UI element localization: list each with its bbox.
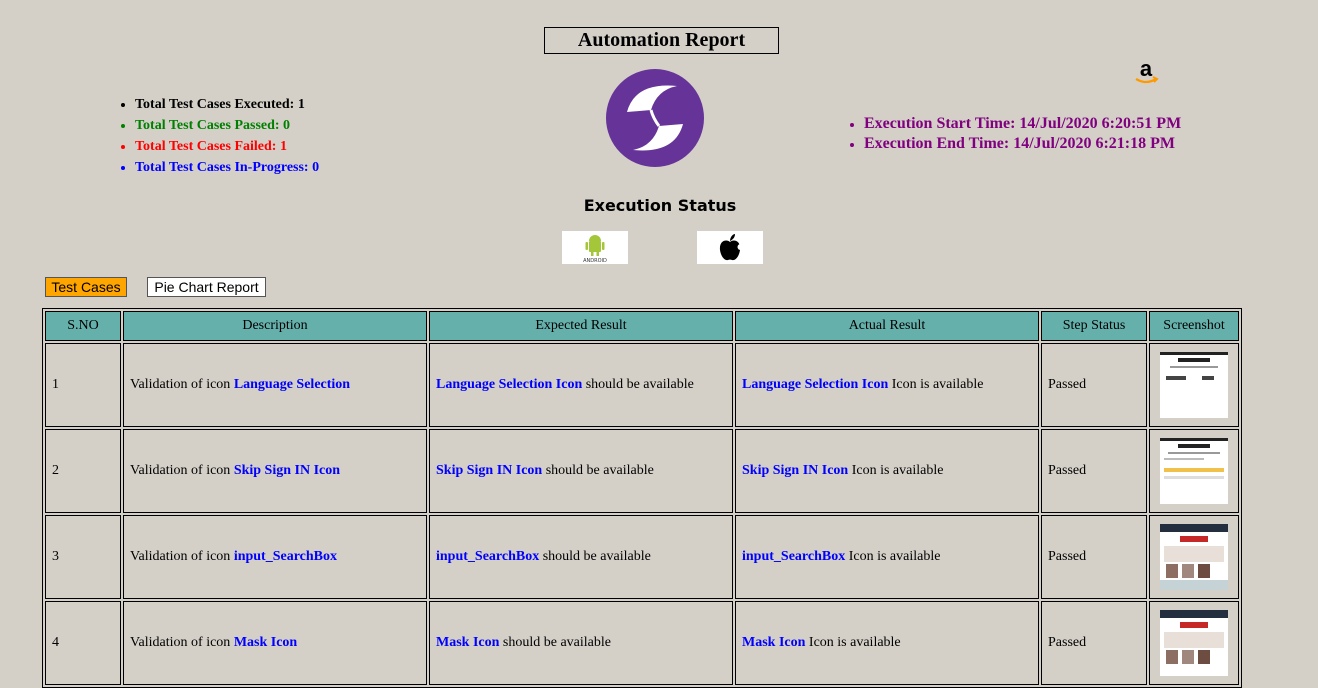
header-description: Description <box>123 311 427 341</box>
desc-prefix: Validation of icon <box>130 463 234 478</box>
tab-test-cases[interactable]: Test Cases <box>45 277 127 297</box>
row-sno: 4 <box>45 601 121 685</box>
row-actual: Mask Icon Icon is available <box>735 601 1039 685</box>
expected-element: Skip Sign IN Icon <box>436 463 543 478</box>
row-actual: Language Selection Icon Icon is availabl… <box>735 343 1039 427</box>
row-description: Validation of icon Mask Icon <box>123 601 427 685</box>
start-time: Execution Start Time: 14/Jul/2020 6:20:5… <box>864 114 1181 134</box>
header-screenshot: Screenshot <box>1149 311 1239 341</box>
summary-list: Total Test Cases Executed: 1 Total Test … <box>117 94 319 178</box>
row-status: Passed <box>1041 429 1147 513</box>
expected-element: input_SearchBox <box>436 549 540 564</box>
row-expected: Skip Sign IN Icon should be available <box>429 429 733 513</box>
screenshot-thumbnail[interactable] <box>1160 352 1228 418</box>
row-actual: Skip Sign IN Icon Icon is available <box>735 429 1039 513</box>
svg-text:a: a <box>1140 58 1153 81</box>
element-name: Skip Sign IN Icon <box>233 463 341 478</box>
row-sno: 1 <box>45 343 121 427</box>
row-screenshot <box>1149 343 1239 427</box>
actual-suffix: Icon is available <box>845 549 941 564</box>
expected-element: Language Selection Icon <box>436 377 583 392</box>
actual-suffix: Icon is available <box>888 377 984 392</box>
android-icon[interactable]: ANDROID <box>562 231 628 264</box>
element-name: Language Selection <box>233 377 351 392</box>
row-expected: Mask Icon should be available <box>429 601 733 685</box>
tab-pie-chart-report[interactable]: Pie Chart Report <box>147 277 266 297</box>
amazon-logo-icon: a <box>1135 58 1159 84</box>
row-expected: Language Selection Icon should be availa… <box>429 343 733 427</box>
table-row: 1 Validation of icon Language Selection … <box>45 343 1239 427</box>
row-description: Validation of icon Language Selection <box>123 343 427 427</box>
desc-prefix: Validation of icon <box>130 377 234 392</box>
row-screenshot <box>1149 515 1239 599</box>
header-expected: Expected Result <box>429 311 733 341</box>
table-row: 3 Validation of icon input_SearchBox inp… <box>45 515 1239 599</box>
desc-prefix: Validation of icon <box>130 549 234 564</box>
page-title: Automation Report <box>544 27 779 54</box>
header-sno: S.NO <box>45 311 121 341</box>
row-expected: input_SearchBox should be available <box>429 515 733 599</box>
actual-element: Mask Icon <box>742 635 806 650</box>
expected-element: Mask Icon <box>436 635 500 650</box>
table-row: 2 Validation of icon Skip Sign IN Icon S… <box>45 429 1239 513</box>
brand-logo-icon <box>606 69 704 167</box>
desc-prefix: Validation of icon <box>130 635 234 650</box>
actual-element: Skip Sign IN Icon <box>742 463 849 478</box>
executed-count: Total Test Cases Executed: 1 <box>135 94 319 115</box>
row-screenshot <box>1149 601 1239 685</box>
actual-suffix: Icon is available <box>805 635 901 650</box>
row-status: Passed <box>1041 601 1147 685</box>
svg-text:ANDROID: ANDROID <box>583 258 607 264</box>
row-status: Passed <box>1041 515 1147 599</box>
header-actual: Actual Result <box>735 311 1039 341</box>
expected-suffix: should be available <box>582 377 694 392</box>
apple-icon[interactable] <box>697 231 763 264</box>
failed-count: Total Test Cases Failed: 1 <box>135 136 319 157</box>
execution-status-heading: Execution Status <box>583 196 737 215</box>
row-sno: 2 <box>45 429 121 513</box>
actual-element: Language Selection Icon <box>742 377 889 392</box>
end-time: Execution End Time: 14/Jul/2020 6:21:18 … <box>864 134 1181 154</box>
expected-suffix: should be available <box>539 549 651 564</box>
element-name: input_SearchBox <box>233 549 338 564</box>
passed-count: Total Test Cases Passed: 0 <box>135 115 319 136</box>
results-table: S.NO Description Expected Result Actual … <box>42 308 1242 688</box>
row-sno: 3 <box>45 515 121 599</box>
row-description: Validation of icon Skip Sign IN Icon <box>123 429 427 513</box>
expected-suffix: should be available <box>499 635 611 650</box>
expected-suffix: should be available <box>542 463 654 478</box>
row-status: Passed <box>1041 343 1147 427</box>
row-description: Validation of icon input_SearchBox <box>123 515 427 599</box>
screenshot-thumbnail[interactable] <box>1160 524 1228 590</box>
in-progress-count: Total Test Cases In-Progress: 0 <box>135 157 319 178</box>
row-screenshot <box>1149 429 1239 513</box>
actual-suffix: Icon is available <box>848 463 944 478</box>
table-row: 4 Validation of icon Mask Icon Mask Icon… <box>45 601 1239 685</box>
table-header-row: S.NO Description Expected Result Actual … <box>45 311 1239 341</box>
header-step-status: Step Status <box>1041 311 1147 341</box>
actual-element: input_SearchBox <box>742 549 846 564</box>
element-name: Mask Icon <box>233 635 298 650</box>
screenshot-thumbnail[interactable] <box>1160 610 1228 676</box>
execution-times: Execution Start Time: 14/Jul/2020 6:20:5… <box>846 114 1181 154</box>
row-actual: input_SearchBox Icon is available <box>735 515 1039 599</box>
screenshot-thumbnail[interactable] <box>1160 438 1228 504</box>
